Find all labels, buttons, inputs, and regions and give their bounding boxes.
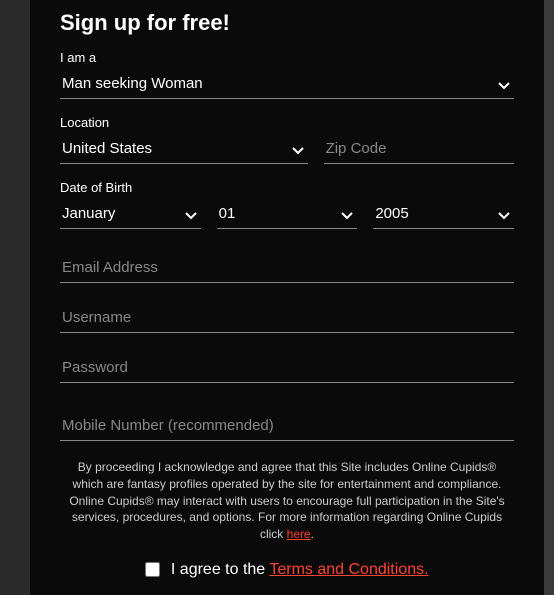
dob-label: Date of Birth	[60, 180, 514, 195]
dob-year-select[interactable]: 2005	[373, 201, 514, 229]
right-edge-decoration	[544, 0, 554, 595]
mobile-input[interactable]	[60, 413, 514, 441]
disclaimer-here-link[interactable]: here	[287, 527, 311, 541]
dob-day-select[interactable]: 01	[217, 201, 358, 229]
agree-row: I agree to the Terms and Conditions.	[60, 561, 514, 579]
seeking-select[interactable]: Man seeking Woman	[60, 71, 514, 99]
email-input[interactable]	[60, 253, 514, 283]
username-input[interactable]	[60, 303, 514, 333]
zip-input[interactable]	[324, 136, 514, 164]
iam-label: I am a	[60, 50, 514, 65]
country-select[interactable]: United States	[60, 136, 308, 164]
terms-link[interactable]: Terms and Conditions.	[269, 561, 428, 578]
agree-text: I agree to the	[171, 561, 269, 578]
page-title: Sign up for free!	[60, 10, 514, 36]
dob-month-select[interactable]: January	[60, 201, 201, 229]
location-label: Location	[60, 115, 514, 130]
disclaimer-text: By proceeding I acknowledge and agree th…	[60, 459, 514, 543]
password-input[interactable]	[60, 353, 514, 383]
agree-checkbox[interactable]	[145, 562, 160, 577]
